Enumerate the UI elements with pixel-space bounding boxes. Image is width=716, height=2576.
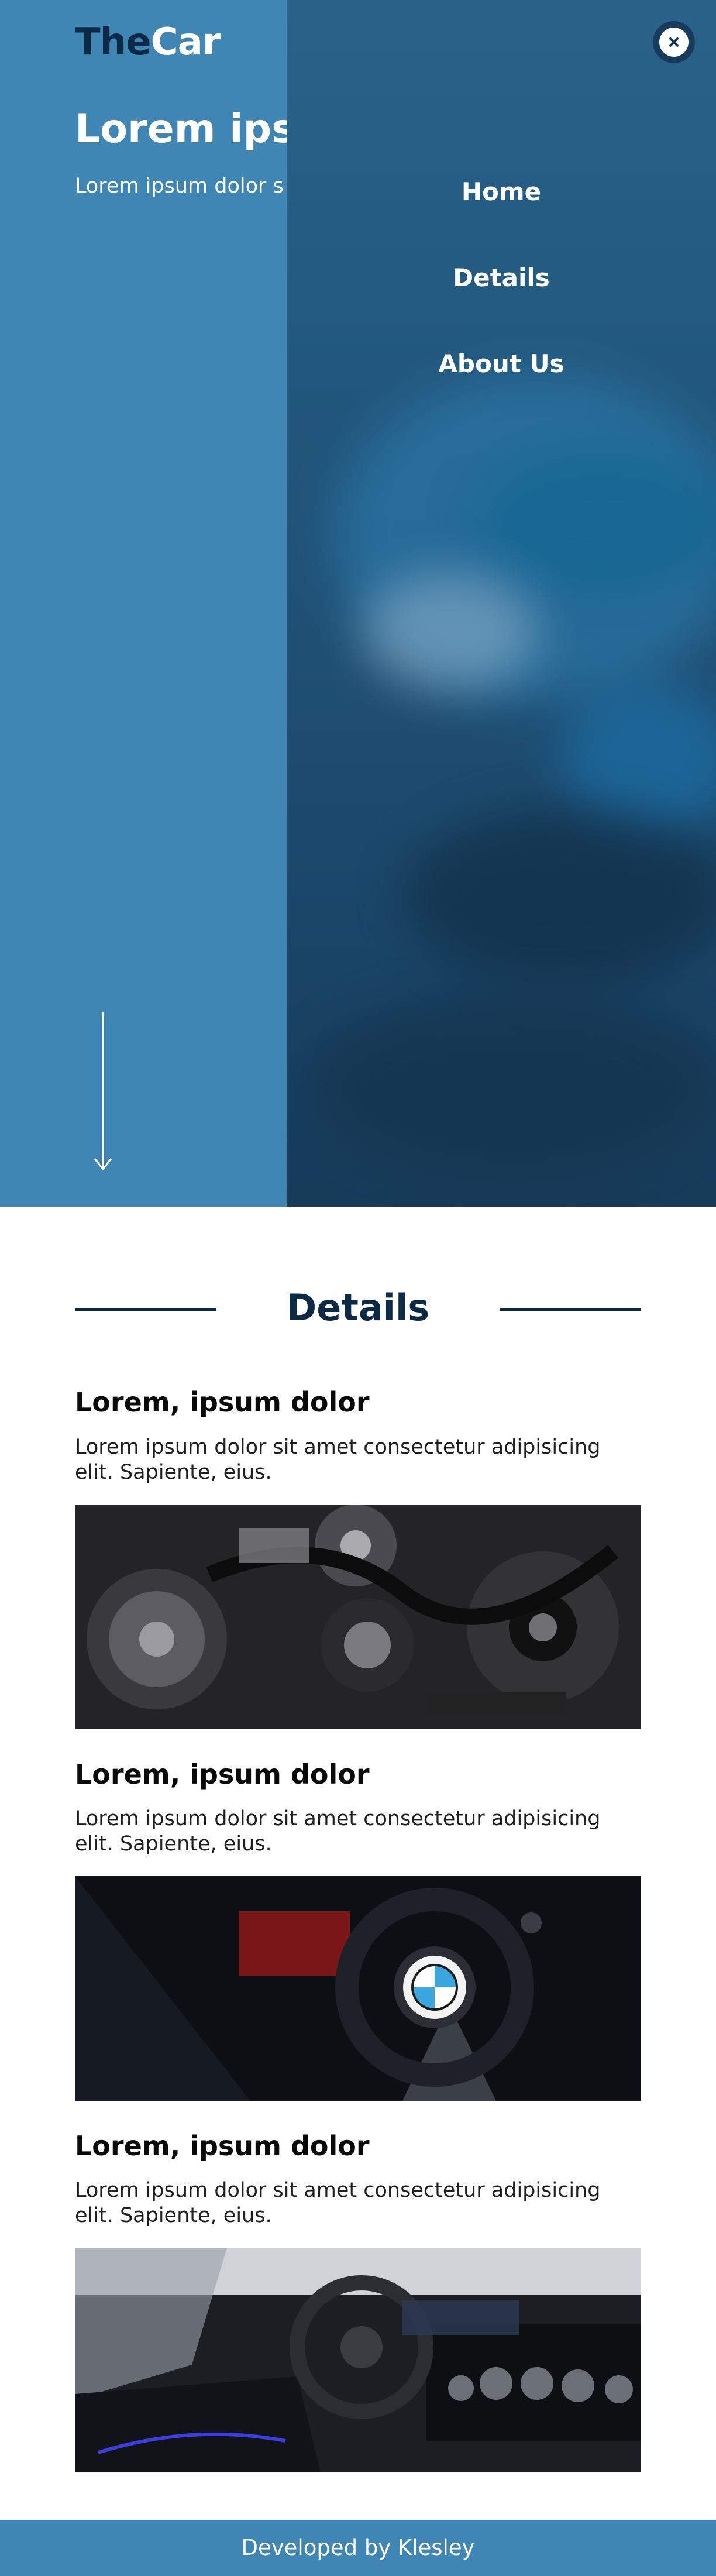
logo-the: The [75,20,152,64]
blurred-car-grille [404,808,716,983]
engine-image [75,1505,641,1729]
card-text: Lorem ipsum dolor sit amet consectetur a… [75,1435,601,1484]
blurred-car-shape [474,445,716,597]
close-menu-button[interactable] [653,21,695,63]
logo-car: Car [150,20,221,64]
details-title: Details [286,1286,430,1329]
car-interior-image [75,2248,641,2472]
hero-section: TheCar Lorem ipsu Lorem ipsum dolor s el… [0,0,716,1207]
nav-menu-overlay: Home Details About Us [287,0,716,1207]
site-logo[interactable]: TheCar [75,19,221,66]
card-title: Lorem, ipsum dolor [75,1758,370,1790]
card-text: Lorem ipsum dolor sit amet consectetur a… [75,2179,601,2227]
blurred-headlight [363,573,538,691]
menu-item-about-us[interactable]: About Us [287,349,716,379]
blurred-car-shadow [310,995,716,1170]
close-icon [659,28,689,57]
bmw-wheel-image [75,1876,641,2101]
card-text: Lorem ipsum dolor sit amet consectetur a… [75,1807,601,1856]
scroll-down-arrow-icon[interactable] [94,1012,112,1172]
footer-text: Developed by Klesley [241,2535,475,2560]
menu-item-home[interactable]: Home [287,177,716,207]
menu-item-details[interactable]: Details [287,263,716,293]
card-title: Lorem, ipsum dolor [75,1386,370,1418]
card-title: Lorem, ipsum dolor [75,2130,370,2162]
details-heading: Details [75,1279,641,1337]
footer: Developed by Klesley [0,2520,716,2576]
